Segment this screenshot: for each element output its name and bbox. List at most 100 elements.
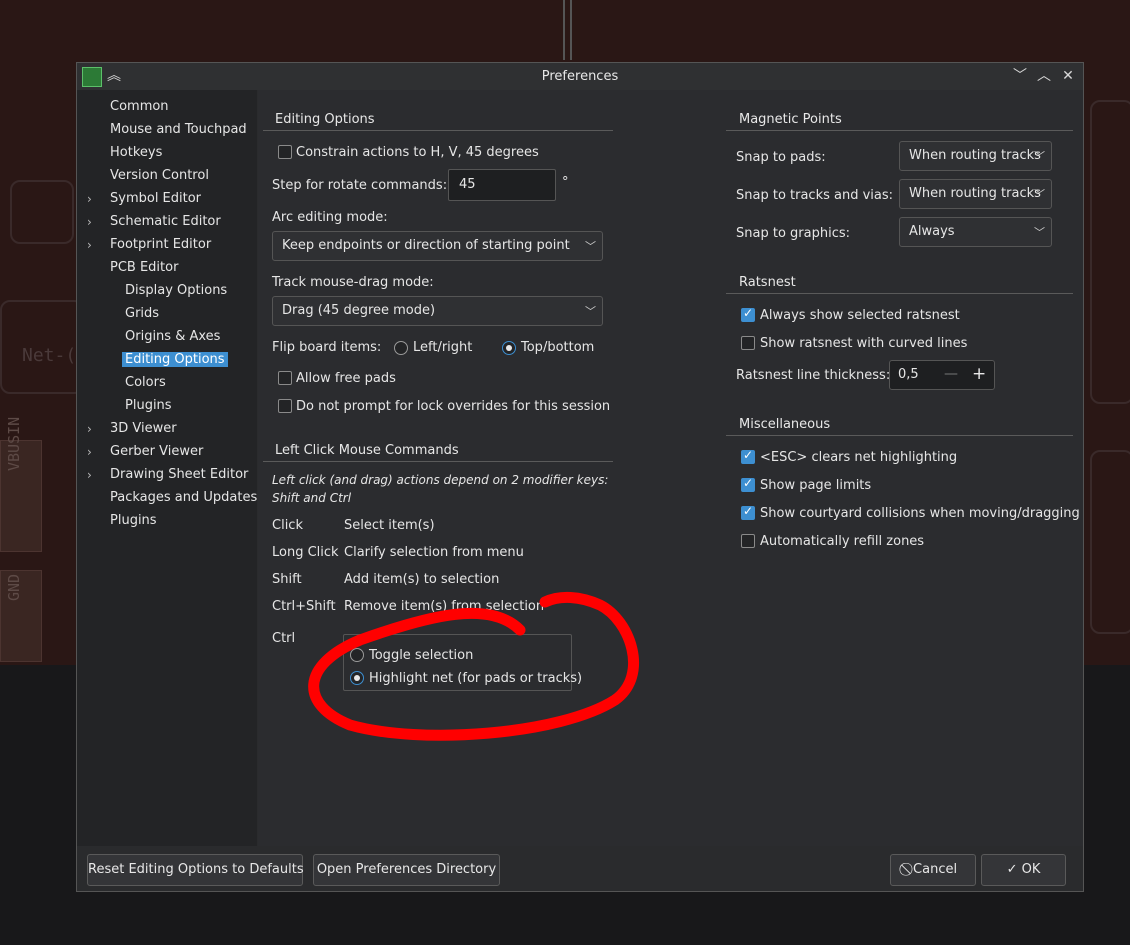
left-click-note: Shift and Ctrl (272, 491, 352, 505)
expand-arrow-icon[interactable]: › (87, 189, 99, 209)
minimize-button[interactable]: ﹀ (1010, 66, 1030, 86)
drag-mode-label: Track mouse-drag mode: (272, 275, 434, 290)
sidebar-item[interactable]: Hotkeys (110, 143, 162, 163)
divider (726, 435, 1073, 436)
sidebar-item[interactable]: Editing Options (122, 350, 228, 370)
sidebar-item-label: Schematic Editor (110, 214, 221, 229)
refill-zones-label: Automatically refill zones (760, 534, 925, 549)
esc-clears-label: <ESC> clears net highlighting (760, 450, 958, 465)
sidebar-item[interactable]: PCB Editor (110, 258, 178, 278)
courtyard-checkbox[interactable] (741, 504, 755, 520)
preferences-tree: Common Mouse and Touchpad Hotkeys Version C… (77, 90, 257, 846)
rotate-step-input[interactable]: 45 (448, 169, 556, 201)
rotate-unit-label: ° (562, 175, 569, 190)
sidebar-item[interactable]: Symbol Editor (110, 189, 201, 209)
pcb-net-label: Net-( (22, 345, 77, 366)
sidebar-item-label: Grids (125, 306, 160, 321)
free-pads-checkbox[interactable] (278, 371, 292, 385)
left-click-note: Left click (and drag) actions depend on … (272, 473, 609, 487)
modifier-key-label: Ctrl+Shift (272, 599, 336, 614)
sidebar-item[interactable]: Drawing Sheet Editor (110, 465, 248, 485)
page-limits-label: Show page limits (760, 478, 872, 493)
pcb-trace (1090, 450, 1130, 634)
expand-arrow-icon[interactable]: › (87, 442, 99, 462)
sidebar-item[interactable]: Common (110, 97, 169, 117)
sidebar-item[interactable]: Mouse and Touchpad (110, 120, 247, 140)
maximize-button[interactable]: ︿ (1034, 66, 1054, 86)
close-button[interactable]: ✕ (1058, 66, 1078, 86)
sidebar-item[interactable]: Origins & Axes (125, 327, 220, 347)
ok-button[interactable]: ✓ OK (981, 854, 1066, 886)
divider (726, 130, 1073, 131)
toggle-selection-label: Toggle selection (369, 648, 474, 663)
page-limits-checkbox[interactable] (741, 476, 755, 492)
sidebar-item[interactable]: Packages and Updates (110, 488, 257, 508)
sidebar-item[interactable]: Plugins (110, 511, 157, 531)
curved-ratsnest-label: Show ratsnest with curved lines (760, 336, 968, 351)
chevron-down-icon: ﹀ (585, 305, 596, 318)
sidebar-item-label: 3D Viewer (110, 421, 177, 436)
pcb-trace (10, 180, 74, 244)
refill-zones-checkbox[interactable] (741, 534, 755, 548)
chevron-down-icon: ﹀ (1034, 150, 1045, 163)
constrain-label: Constrain actions to H, V, 45 degrees (296, 145, 539, 160)
sidebar-item[interactable]: Version Control (110, 166, 209, 186)
highlight-net-label: Highlight net (for pads or tracks) (369, 671, 583, 686)
chevron-down-icon: ﹀ (1034, 226, 1045, 239)
chevron-down-icon: ﹀ (585, 240, 596, 253)
sidebar-item[interactable]: Display Options (125, 281, 227, 301)
sidebar-item-label: Hotkeys (110, 145, 163, 160)
sidebar-item-label: Symbol Editor (110, 191, 202, 206)
sidebar-item-label: Plugins (125, 398, 172, 413)
flip-top-bottom-radio[interactable] (502, 341, 516, 355)
arc-mode-label: Arc editing mode: (272, 210, 388, 225)
lock-prompt-label: Do not prompt for lock overrides for thi… (296, 399, 611, 414)
cancel-button[interactable]: ⃠ Cancel (890, 854, 976, 886)
divider (263, 461, 613, 462)
sidebar-item-label: Mouse and Touchpad (110, 122, 247, 137)
arc-mode-select[interactable]: Keep endpoints or direction of starting … (272, 231, 603, 261)
magnetic-points-heading: Magnetic Points (739, 112, 842, 127)
flip-left-right-radio[interactable] (394, 341, 408, 355)
expand-arrow-icon[interactable]: › (87, 419, 99, 439)
sidebar-item[interactable]: Schematic Editor (110, 212, 221, 232)
toggle-selection-radio[interactable] (350, 648, 364, 662)
constrain-checkbox[interactable] (278, 145, 292, 159)
expand-arrow-icon[interactable]: › (87, 235, 99, 255)
open-preferences-directory-button[interactable]: Open Preferences Directory (313, 854, 500, 886)
window-title: Preferences (541, 69, 619, 84)
snap-pads-select[interactable]: When routing tracks ﹀ (899, 141, 1052, 171)
sidebar-item-label: Drawing Sheet Editor (110, 467, 249, 482)
pcb-pad-gnd: GND (0, 570, 42, 662)
drag-mode-select[interactable]: Drag (45 degree mode) ﹀ (272, 296, 603, 326)
sidebar-item-label: Display Options (125, 283, 228, 298)
always-show-ratsnest-label: Always show selected ratsnest (760, 308, 960, 323)
sidebar-item[interactable]: Gerber Viewer (110, 442, 203, 462)
sidebar-item-label: PCB Editor (110, 260, 179, 275)
curved-ratsnest-checkbox[interactable] (741, 336, 755, 350)
esc-clears-checkbox[interactable] (741, 448, 755, 464)
chevron-down-icon: ﹀ (1034, 188, 1045, 201)
reset-defaults-button[interactable]: Reset Editing Options to Defaults (87, 854, 304, 886)
expand-arrow-icon[interactable]: › (87, 465, 99, 485)
snap-tracks-label: Snap to tracks and vias: (736, 188, 894, 203)
always-show-ratsnest-checkbox[interactable] (741, 306, 755, 322)
snap-graphics-select[interactable]: Always ﹀ (899, 217, 1052, 247)
expand-arrow-icon[interactable]: › (87, 212, 99, 232)
sidebar-item[interactable]: 3D Viewer (110, 419, 177, 439)
lock-prompt-checkbox[interactable] (278, 399, 292, 413)
highlight-net-radio[interactable] (350, 671, 364, 685)
snap-tracks-select[interactable]: When routing tracks ﹀ (899, 179, 1052, 209)
modifier-key-label: Click (272, 518, 303, 533)
sidebar-item[interactable]: Plugins (125, 396, 172, 416)
modifier-action-label: Clarify selection from menu (344, 545, 524, 560)
left-click-heading: Left Click Mouse Commands (275, 443, 459, 458)
editing-options-panel: Editing Options Constrain actions to H, … (258, 90, 1083, 846)
sidebar-item-label: Common (110, 99, 169, 114)
misc-heading: Miscellaneous (739, 417, 831, 432)
sidebar-item[interactable]: Grids (125, 304, 159, 324)
snap-pads-label: Snap to pads: (736, 150, 826, 165)
sidebar-item[interactable]: Footprint Editor (110, 235, 211, 255)
ratsnest-thickness-spinner[interactable]: 0,5 — + (889, 360, 995, 390)
sidebar-item[interactable]: Colors (125, 373, 166, 393)
